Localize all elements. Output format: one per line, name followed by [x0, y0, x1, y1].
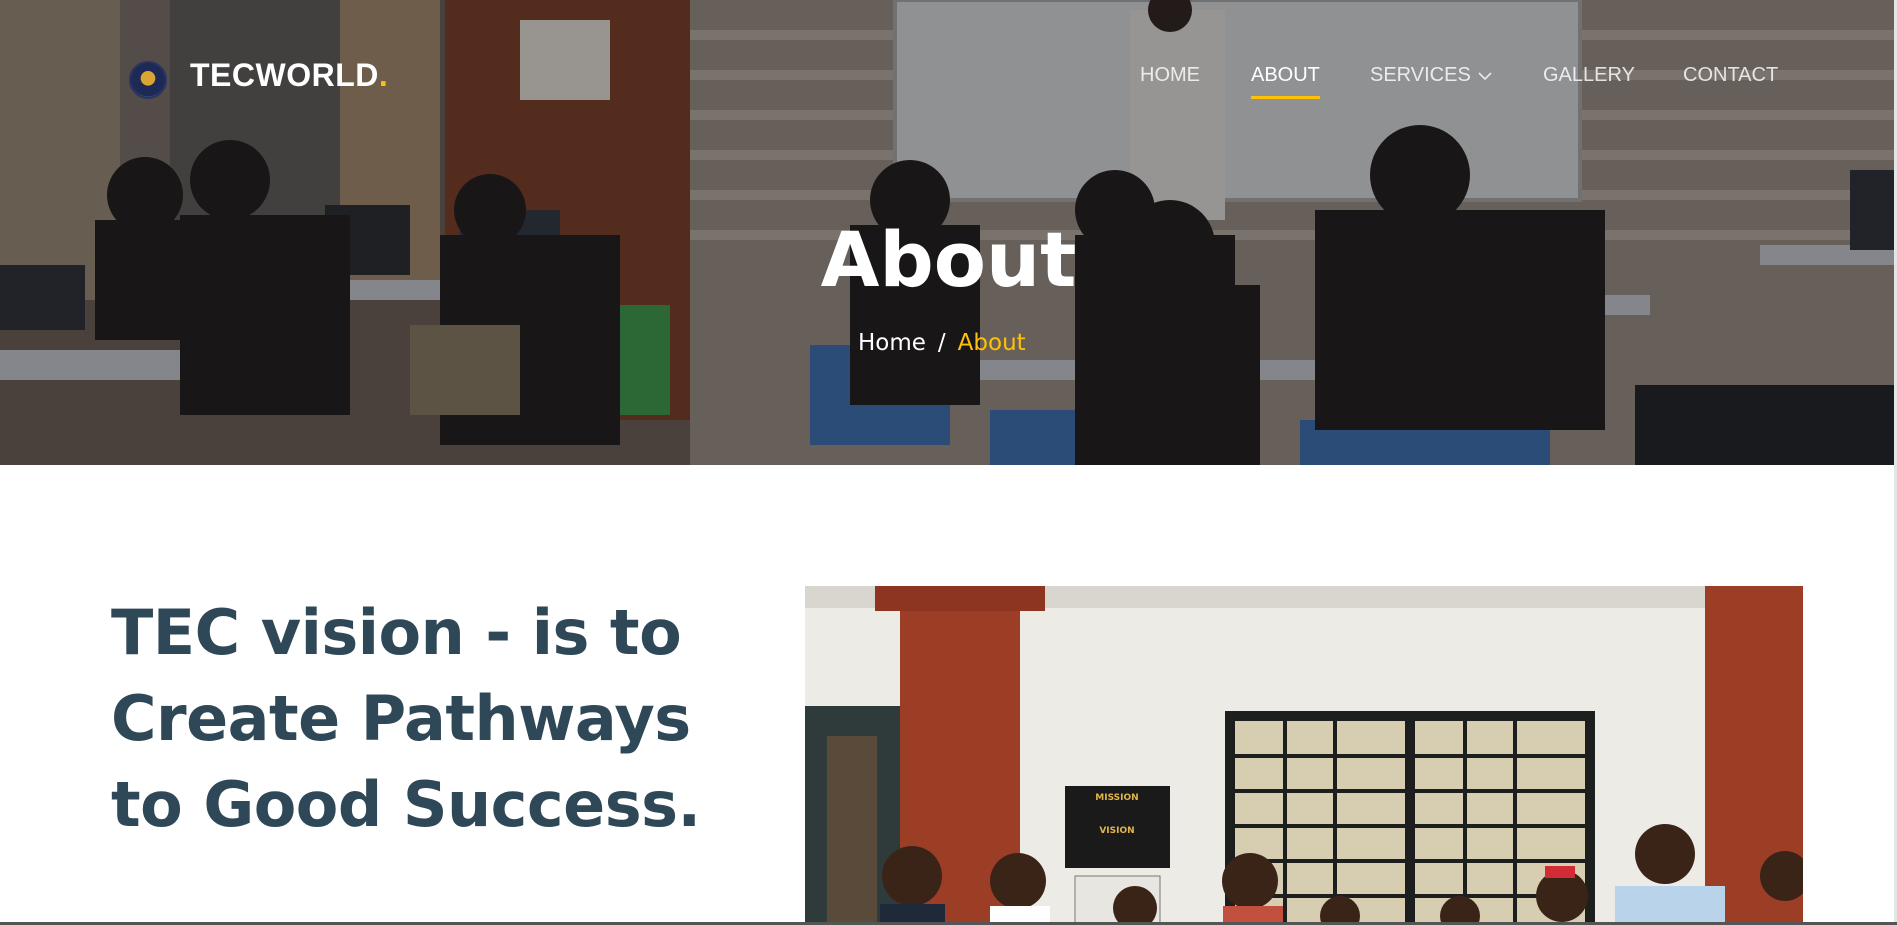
- breadcrumb-current: About: [957, 330, 1026, 356]
- team-photo: MISSION VISION: [805, 586, 1803, 925]
- brand-name: TECWORLD: [190, 57, 379, 93]
- sign-mission-text: MISSION: [1095, 793, 1138, 803]
- page-title: About: [820, 215, 1077, 304]
- nav-home-label: HOME: [1140, 64, 1200, 86]
- hero-banner: TECWORLD. HOME ABOUT SERVICES GALLERY CO…: [0, 0, 1897, 465]
- site-logo[interactable]: TECWORLD.: [190, 57, 388, 94]
- nav-gallery-label: GALLERY: [1543, 64, 1635, 86]
- sign-vision-text: VISION: [1099, 826, 1134, 836]
- nav-services[interactable]: SERVICES: [1370, 64, 1493, 87]
- vision-heading: TEC vision - is to Create Pathways to Go…: [111, 590, 791, 848]
- team-photo-image: MISSION VISION: [805, 586, 1803, 925]
- active-nav-underline: [1251, 96, 1320, 99]
- breadcrumb: Home / About: [858, 330, 1026, 356]
- nav-about-label: ABOUT: [1251, 64, 1320, 86]
- nav-about[interactable]: ABOUT: [1251, 64, 1320, 99]
- chevron-down-icon: [1478, 72, 1492, 80]
- tecworld-emblem-icon[interactable]: [129, 61, 167, 99]
- breadcrumb-separator: /: [937, 330, 946, 356]
- vision-line-2: Create Pathways: [111, 682, 691, 755]
- breadcrumb-home-link[interactable]: Home: [858, 330, 926, 356]
- brand-dot: .: [378, 57, 389, 93]
- nav-services-label: SERVICES: [1370, 64, 1471, 86]
- nav-contact-label: CONTACT: [1683, 64, 1779, 86]
- vision-line-1: TEC vision - is to: [111, 596, 682, 669]
- nav-contact[interactable]: CONTACT: [1683, 64, 1778, 87]
- nav-home[interactable]: HOME: [1140, 64, 1200, 87]
- vision-line-3: to Good Success.: [111, 768, 701, 841]
- nav-gallery[interactable]: GALLERY: [1543, 64, 1635, 87]
- site-header: TECWORLD. HOME ABOUT SERVICES GALLERY CO…: [0, 0, 1897, 155]
